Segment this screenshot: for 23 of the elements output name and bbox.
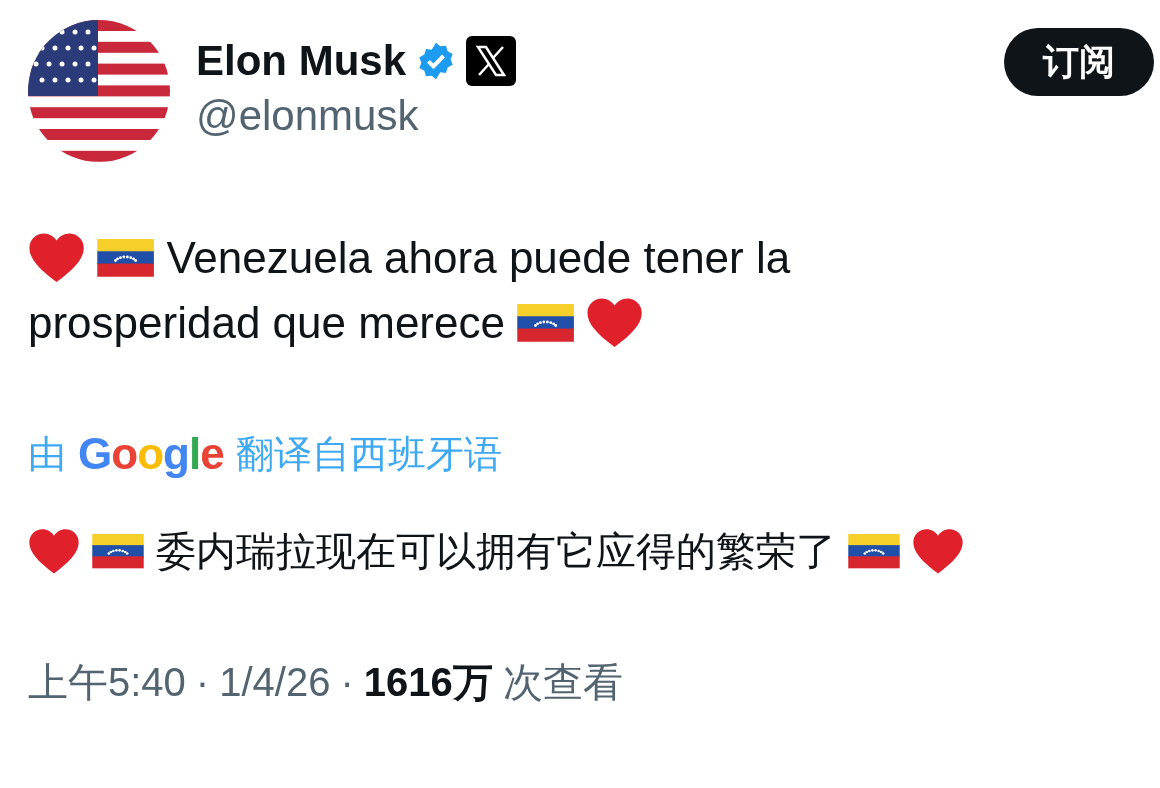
flag-icon	[848, 534, 900, 569]
author-handle[interactable]: @elonmusk	[196, 92, 1004, 140]
translation-by: 由	[28, 431, 66, 477]
flag-icon	[92, 534, 144, 569]
tweet-text: prosperidad que merece	[28, 298, 505, 349]
views-label: 次查看	[502, 658, 623, 706]
x-logo-icon	[466, 36, 517, 86]
separator: ·	[195, 659, 210, 705]
flag-icon	[97, 238, 155, 277]
heart-icon	[28, 528, 80, 575]
flag-icon	[516, 304, 575, 343]
heart-icon	[912, 528, 964, 575]
tweet-date[interactable]: 1/4/26	[219, 659, 331, 705]
tweet-text: Venezuela ahora puede tener la	[166, 232, 791, 283]
subscribe-button[interactable]: 订阅	[1004, 28, 1154, 96]
author-name[interactable]: Elon Musk	[196, 37, 407, 85]
heart-icon	[28, 232, 86, 284]
tweet-time: 上午5:40	[28, 658, 186, 706]
heart-icon	[586, 297, 644, 349]
tweet-text: 委内瑞拉现在可以拥有它应得的繁荣了	[156, 527, 836, 575]
view-count: 1616万	[363, 658, 493, 706]
separator: ·	[340, 659, 354, 705]
google-logo[interactable]: Google	[78, 429, 224, 480]
